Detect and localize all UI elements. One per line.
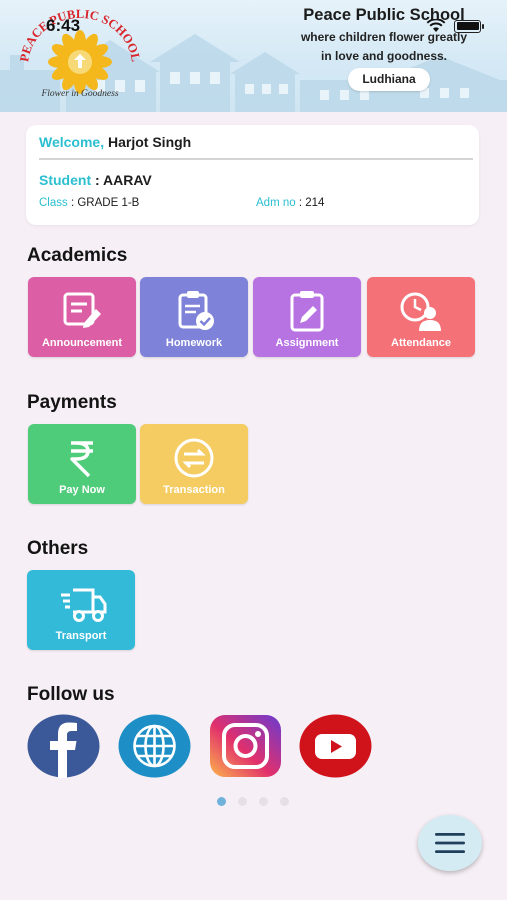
transaction-label: Transaction xyxy=(163,484,225,496)
city-badge: Ludhiana xyxy=(348,68,430,91)
clipboard-pencil-icon xyxy=(290,291,324,332)
pay-now-label: Pay Now xyxy=(59,484,105,496)
tagline-line-1: where children flower greatly xyxy=(300,30,468,44)
page-dot-3[interactable] xyxy=(259,797,268,806)
page-dot-4[interactable] xyxy=(280,797,289,806)
student-info-card: Welcome, Harjot Singh Student : AARAV Cl… xyxy=(26,125,479,225)
logo-motto: Flower in Goodness xyxy=(40,89,118,99)
homework-tile[interactable]: Homework xyxy=(140,277,248,357)
admission-row: Adm no : 214 xyxy=(256,197,324,209)
student-row: Student : AARAV xyxy=(39,172,152,188)
status-time: 6:43 xyxy=(46,16,81,35)
clipboard-check-icon xyxy=(178,291,214,330)
transaction-tile[interactable]: Transaction xyxy=(140,424,248,504)
school-header: PEACE PUBLIC SCHOOL Flower in Goodness xyxy=(0,0,507,112)
class-separator: : xyxy=(67,197,78,209)
tagline-line-2: in love and goodness. xyxy=(320,49,448,63)
delivery-truck-icon xyxy=(61,588,107,622)
school-tagline: where children flower greatly in love an… xyxy=(284,28,484,66)
card-divider xyxy=(39,158,473,160)
assignment-label: Assignment xyxy=(275,337,339,349)
homework-label: Homework xyxy=(165,337,223,349)
transport-label: Transport xyxy=(55,630,107,642)
welcome-row: Welcome, Harjot Singh xyxy=(39,134,191,150)
announcement-tile[interactable]: Announcement xyxy=(28,277,136,357)
announcement-label: Announcement xyxy=(41,337,123,349)
attendance-label: Attendance xyxy=(391,337,451,349)
exchange-icon xyxy=(174,438,214,478)
class-value: GRADE 1-B xyxy=(77,197,140,209)
clock-user-icon xyxy=(400,292,441,331)
class-label: Class xyxy=(39,197,68,209)
page-dot-1[interactable] xyxy=(217,797,226,806)
user-name: Harjot Singh xyxy=(108,134,192,150)
student-label: Student xyxy=(39,172,92,188)
class-row: Class : GRADE 1-B xyxy=(39,197,139,209)
adm-separator: : xyxy=(295,197,306,209)
adm-label: Adm no xyxy=(256,197,296,209)
youtube-icon[interactable] xyxy=(299,714,372,778)
student-separator: : xyxy=(91,172,104,188)
page-indicator xyxy=(217,797,289,806)
hamburger-menu-icon xyxy=(435,833,465,853)
payments-title: Payments xyxy=(27,392,117,413)
student-name: AARAV xyxy=(103,172,152,188)
menu-button[interactable] xyxy=(418,815,482,871)
page-dot-2[interactable] xyxy=(238,797,247,806)
academics-title: Academics xyxy=(27,245,128,266)
school-name: Peace Public School xyxy=(303,6,465,24)
adm-value: 214 xyxy=(305,197,325,209)
globe-icon[interactable] xyxy=(118,714,191,778)
instagram-icon[interactable] xyxy=(209,714,282,778)
assignment-tile[interactable]: Assignment xyxy=(253,277,361,357)
follow-us-title: Follow us xyxy=(27,684,115,705)
rupee-icon xyxy=(70,441,93,478)
facebook-icon[interactable] xyxy=(27,714,100,778)
pay-now-tile[interactable]: Pay Now xyxy=(28,424,136,504)
edit-note-icon xyxy=(63,292,101,328)
transport-tile[interactable]: Transport xyxy=(27,570,135,650)
others-title: Others xyxy=(27,538,89,559)
attendance-tile[interactable]: Attendance xyxy=(367,277,475,357)
welcome-label: Welcome, xyxy=(39,134,105,150)
